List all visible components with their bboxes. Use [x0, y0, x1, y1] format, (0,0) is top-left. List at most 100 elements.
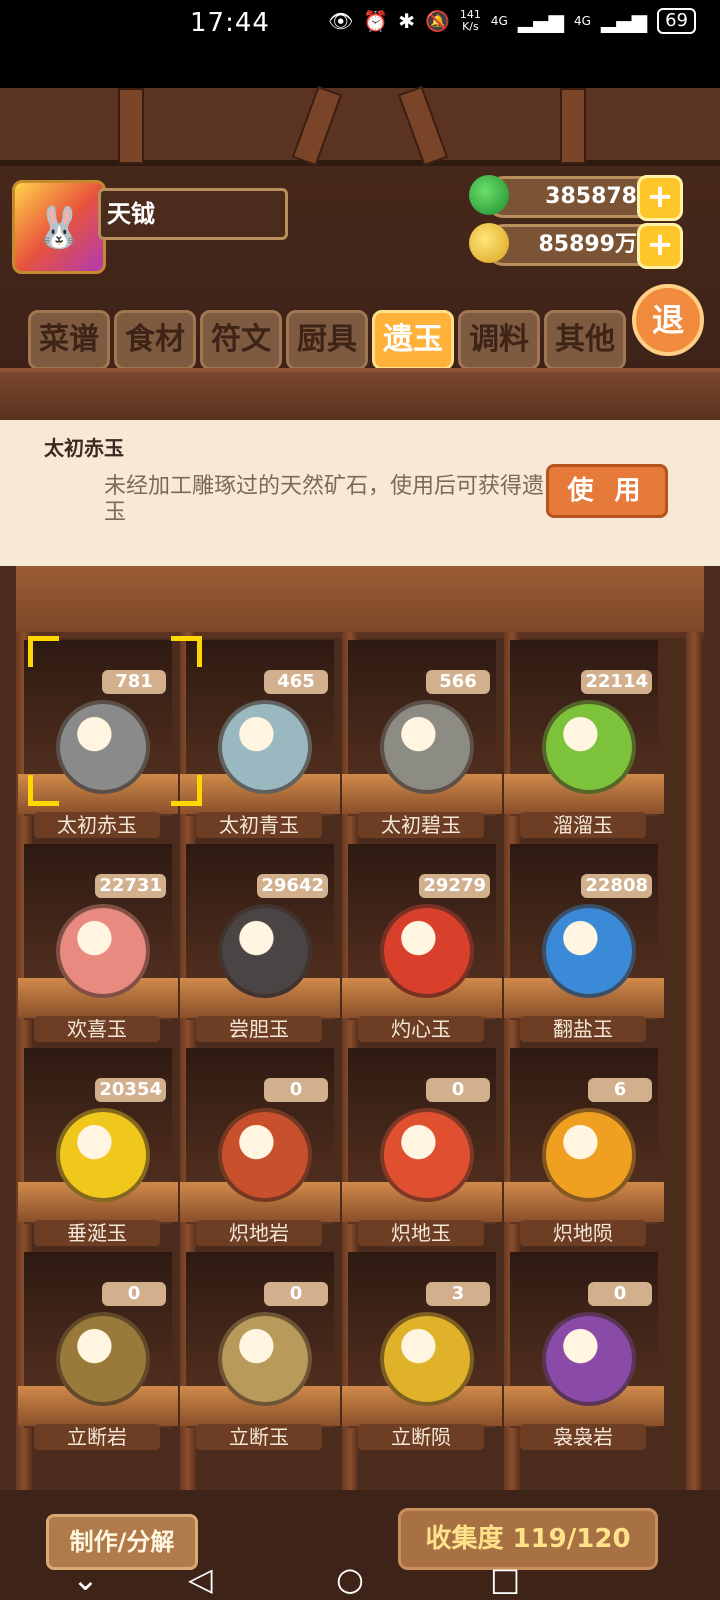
back-icon[interactable]: ◁: [188, 1560, 213, 1598]
green-jade-icon: [542, 700, 636, 794]
fire-jade-icon: [380, 1108, 474, 1202]
item-detail-panel: 太初赤玉 未经加工雕琢过的天然矿石，使用后可获得遗玉 使 用: [0, 420, 720, 566]
item-name: 尝胆玉: [196, 1016, 322, 1042]
tab-cookware[interactable]: 厨具: [286, 310, 368, 370]
item-count: 6: [588, 1078, 652, 1102]
item-count: 22731: [95, 874, 166, 898]
cut-meteor-icon: [380, 1312, 474, 1406]
signal-4g-1: 4G: [490, 14, 508, 28]
item-count: 0: [426, 1078, 490, 1102]
cabinet-top: [16, 566, 704, 638]
item-cell[interactable]: 0 立断岩: [18, 1252, 178, 1456]
item-count: 29642: [257, 874, 328, 898]
item-name: 炽地陨: [520, 1220, 646, 1246]
blue-jade-icon: [542, 904, 636, 998]
add-coin-button[interactable]: +: [637, 223, 683, 269]
item-name: 立断岩: [34, 1424, 160, 1450]
tab-other[interactable]: 其他: [544, 310, 626, 370]
category-tabs: 菜谱 食材 符文 厨具 遗玉 调料 其他: [28, 310, 626, 370]
jade-icon: [469, 175, 509, 215]
exit-button[interactable]: 退: [632, 284, 704, 356]
yellow-jade-icon: [56, 1108, 150, 1202]
item-cell[interactable]: 29642 尝胆玉: [180, 844, 340, 1048]
clock: 17:44: [190, 8, 270, 38]
black-jade-icon: [218, 904, 312, 998]
item-cell[interactable]: 22114 溜溜玉: [504, 640, 664, 844]
item-cell[interactable]: 0 炽地玉: [342, 1048, 502, 1252]
item-cell[interactable]: 6 炽地陨: [504, 1048, 664, 1252]
recents-icon[interactable]: □: [490, 1560, 520, 1598]
signal-bars-icon-2: ▂▄▆: [600, 9, 648, 33]
item-name: 翻盐玉: [520, 1016, 646, 1042]
green-ore-icon: [380, 700, 474, 794]
selection-frame: [28, 636, 202, 806]
tab-relic-jade[interactable]: 遗玉: [372, 310, 454, 370]
item-count: 22808: [581, 874, 652, 898]
coin-icon: [469, 223, 509, 263]
item-cell[interactable]: 0 立断玉: [180, 1252, 340, 1456]
alarm-icon: ⏰: [363, 9, 389, 33]
fire-meteor-icon: [542, 1108, 636, 1202]
battery-indicator: 69: [657, 8, 696, 34]
item-name: 垂涎玉: [34, 1220, 160, 1246]
tab-seasoning[interactable]: 调料: [458, 310, 540, 370]
item-count: 0: [588, 1282, 652, 1306]
red-jade-icon: [380, 904, 474, 998]
item-name: 袅袅岩: [520, 1424, 646, 1450]
item-cell[interactable]: 465 太初青玉: [180, 640, 340, 844]
item-count: 0: [264, 1282, 328, 1306]
status-bar: 17:44 👁 ⏰ ✱ 🔕 141 K/s 4G ▂▄▆ 4G ▂▄▆ 69: [0, 0, 720, 88]
jade-amount: 385878: [545, 184, 637, 209]
tab-ingredients[interactable]: 食材: [114, 310, 196, 370]
coin-amount: 85899万: [538, 232, 637, 257]
system-nav-bar: ⌄ ◁ ○ □: [0, 1560, 720, 1600]
chevron-down-icon[interactable]: ⌄: [72, 1560, 99, 1598]
header: 🐰 天钺 385878 + 85899万 + 退 菜谱 食材 符文 厨具 遗玉 …: [0, 85, 720, 420]
item-count: 566: [426, 670, 490, 694]
item-cell[interactable]: 0 炽地岩: [180, 1048, 340, 1252]
item-name: 溜溜玉: [520, 812, 646, 838]
item-count: 22114: [581, 670, 652, 694]
item-name: 炽地岩: [196, 1220, 322, 1246]
tab-recipe[interactable]: 菜谱: [28, 310, 110, 370]
item-count: 3: [426, 1282, 490, 1306]
item-cell[interactable]: 29279 灼心玉: [342, 844, 502, 1048]
item-detail-description: 未经加工雕琢过的天然矿石，使用后可获得遗玉: [104, 474, 545, 525]
item-cell[interactable]: 3 立断陨: [342, 1252, 502, 1456]
cut-rock-icon: [56, 1312, 150, 1406]
use-button[interactable]: 使 用: [546, 464, 668, 518]
item-name: 炽地玉: [358, 1220, 484, 1246]
item-count: 29279: [419, 874, 490, 898]
tab-runes[interactable]: 符文: [200, 310, 282, 370]
item-detail-title: 太初赤玉: [44, 436, 124, 460]
item-name: 太初赤玉: [34, 812, 160, 838]
item-name: 立断陨: [358, 1424, 484, 1450]
coin-currency: 85899万 +: [469, 223, 683, 269]
shelf-bar: [0, 368, 720, 420]
add-jade-button[interactable]: +: [637, 175, 683, 221]
item-name: 太初青玉: [196, 812, 322, 838]
item-count: 465: [264, 670, 328, 694]
item-cell[interactable]: 20354 垂涎玉: [18, 1048, 178, 1252]
pink-jade-icon: [56, 904, 150, 998]
item-cell[interactable]: 22808 翻盐玉: [504, 844, 664, 1048]
item-name: 立断玉: [196, 1424, 322, 1450]
item-count: 20354: [95, 1078, 166, 1102]
item-cell[interactable]: 22731 欢喜玉: [18, 844, 178, 1048]
item-cell[interactable]: 0 袅袅岩: [504, 1252, 664, 1456]
jade-currency: 385878 +: [469, 175, 683, 221]
home-icon[interactable]: ○: [336, 1560, 364, 1598]
item-name: 灼心玉: [358, 1016, 484, 1042]
cut-jade-icon: [218, 1312, 312, 1406]
item-name: 欢喜玉: [34, 1016, 160, 1042]
status-icons: 👁 ⏰ ✱ 🔕 141 K/s 4G ▂▄▆ 4G ▂▄▆ 69: [328, 8, 696, 34]
item-count: 0: [264, 1078, 328, 1102]
smoke-rock-icon: [542, 1312, 636, 1406]
eye-icon: 👁: [327, 9, 354, 33]
player-name: 天钺: [98, 188, 288, 240]
item-cell[interactable]: 566 太初碧玉: [342, 640, 502, 844]
signal-bars-icon: ▂▄▆: [517, 9, 564, 33]
roof-decoration: [0, 85, 720, 167]
signal-4g-2: 4G: [574, 14, 591, 28]
avatar[interactable]: 🐰: [12, 180, 106, 274]
